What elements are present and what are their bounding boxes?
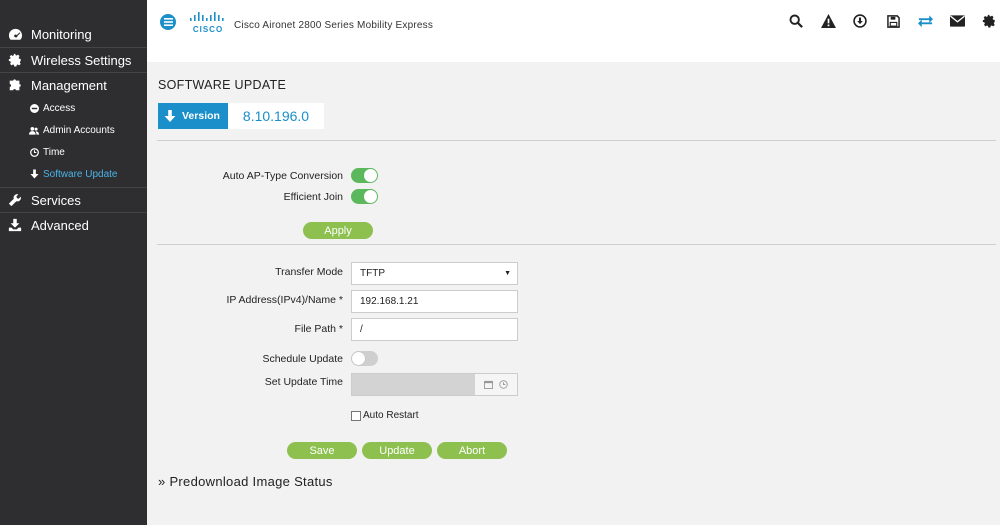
users-icon [29, 125, 39, 135]
dashboard-icon [7, 27, 23, 43]
file-path-input[interactable]: / [351, 318, 518, 341]
set-update-time-label: Set Update Time [264, 376, 343, 388]
mail-icon[interactable] [949, 13, 965, 29]
ip-address-input[interactable]: 192.168.1.21 [351, 290, 518, 313]
datetime-picker-buttons [475, 374, 517, 395]
file-path-label: File Path * [294, 323, 343, 335]
sidebar-item-access[interactable]: Access [0, 97, 147, 119]
hamburger-icon [163, 18, 173, 26]
update-button[interactable]: Update [362, 442, 432, 459]
wrench-icon [7, 192, 23, 208]
transfer-mode-label: Transfer Mode [275, 266, 343, 278]
sidebar-item-label: Advanced [31, 217, 89, 233]
download-icon[interactable] [852, 13, 868, 29]
set-update-time-input[interactable] [351, 373, 518, 396]
auto-ap-type-conversion-toggle[interactable] [351, 168, 378, 183]
arrow-down-icon [29, 169, 39, 179]
sidebar-item-admin-accounts[interactable]: Admin Accounts [0, 119, 147, 141]
sidebar: Monitoring Wireless Settings Management … [0, 0, 147, 525]
transfer-mode-value: TFTP [360, 268, 385, 279]
version-label: Version [182, 110, 220, 122]
puzzle-icon [7, 77, 23, 93]
sidebar-subitem-label: Time [43, 146, 65, 158]
sidebar-subitem-label: Software Update [43, 168, 118, 180]
sidebar-item-management[interactable]: Management [0, 72, 147, 97]
predownload-image-status-link[interactable]: » Predownload Image Status [158, 474, 333, 489]
sidebar-item-software-update[interactable]: Software Update [0, 163, 147, 185]
auto-restart-option: Auto Restart [351, 410, 419, 421]
auto-restart-checkbox[interactable] [351, 410, 361, 421]
download-tray-icon [7, 217, 23, 233]
apply-button[interactable]: Apply [303, 222, 373, 239]
page-title: SOFTWARE UPDATE [158, 78, 287, 92]
gear-icon [7, 52, 23, 68]
auto-restart-label: Auto Restart [363, 410, 419, 421]
gear-icon[interactable] [981, 13, 997, 29]
sidebar-item-label: Services [31, 192, 81, 208]
save-icon[interactable] [885, 13, 901, 29]
sidebar-item-monitoring[interactable]: Monitoring [0, 22, 147, 47]
version-badge: Version [158, 103, 228, 129]
divider [157, 140, 996, 141]
schedule-update-toggle[interactable] [351, 351, 378, 366]
arrow-down-icon [164, 110, 176, 122]
sidebar-item-label: Monitoring [31, 27, 92, 42]
save-button[interactable]: Save [287, 442, 357, 459]
divider [157, 244, 996, 245]
sidebar-item-time[interactable]: Time [0, 141, 147, 163]
sidebar-item-label: Management [31, 77, 107, 93]
app-title: Cisco Aironet 2800 Series Mobility Expre… [234, 20, 434, 31]
sidebar-item-wireless-settings[interactable]: Wireless Settings [0, 47, 147, 72]
clock-icon [29, 147, 39, 157]
top-header: CISCO Cisco Aironet 2800 Series Mobility… [147, 0, 1000, 62]
cisco-logo: CISCO [189, 12, 227, 34]
management-submenu: Access Admin Accounts Time Software Upda… [0, 97, 147, 187]
menu-toggle-button[interactable] [160, 14, 176, 30]
search-icon[interactable] [788, 13, 804, 29]
ip-address-label: IP Address(IPv4)/Name * [226, 294, 343, 306]
transfer-mode-select[interactable]: TFTP ▼ [351, 262, 518, 285]
sidebar-item-services[interactable]: Services [0, 187, 147, 212]
sidebar-subitem-label: Access [43, 102, 76, 114]
main-content: SOFTWARE UPDATE Version 8.10.196.0 Auto … [147, 62, 1000, 525]
efficient-join-label: Efficient Join [283, 191, 343, 203]
sidebar-subitem-label: Admin Accounts [43, 124, 115, 136]
schedule-update-label: Schedule Update [262, 353, 343, 365]
sidebar-item-advanced[interactable]: Advanced [0, 212, 147, 237]
caret-down-icon: ▼ [504, 270, 511, 277]
clock-icon[interactable] [499, 380, 508, 389]
version-value: 8.10.196.0 [228, 103, 324, 129]
abort-button[interactable]: Abort [437, 442, 507, 459]
calendar-icon[interactable] [484, 380, 493, 389]
transfer-icon[interactable] [917, 13, 933, 29]
efficient-join-toggle[interactable] [351, 189, 378, 204]
auto-ap-type-conversion-label: Auto AP-Type Conversion [222, 170, 343, 182]
sidebar-item-label: Wireless Settings [31, 52, 132, 68]
logo-text: CISCO [193, 25, 223, 34]
alert-icon[interactable] [820, 13, 836, 29]
minus-circle-icon [29, 103, 39, 113]
